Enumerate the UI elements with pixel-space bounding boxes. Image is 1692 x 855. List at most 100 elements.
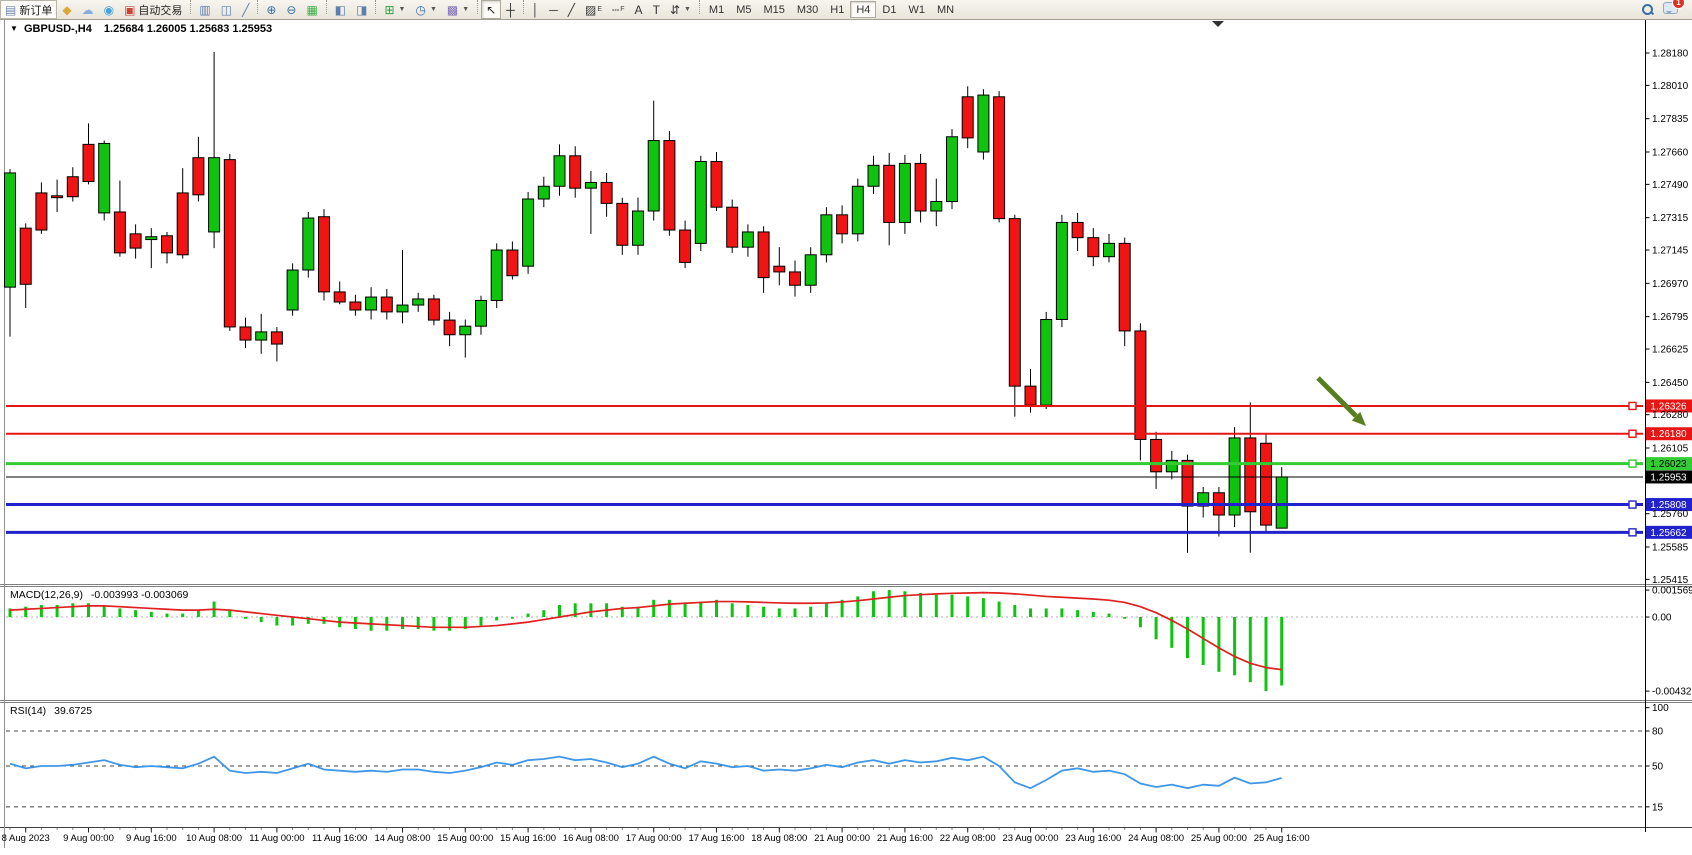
arrows-button[interactable]: ⇵▼ bbox=[665, 0, 696, 19]
candle-body bbox=[1166, 460, 1177, 471]
horizontal-line-objects[interactable]: 1.263261.261801.260231.259531.258081.256… bbox=[6, 399, 1692, 538]
indicator-subwindow-button[interactable]: ◨ bbox=[351, 0, 372, 19]
line-chart-mode-button[interactable]: ╱ bbox=[237, 0, 254, 19]
timeframe-m1[interactable]: M1 bbox=[703, 1, 730, 18]
search-icon[interactable] bbox=[1642, 4, 1653, 15]
vertical-line-button[interactable]: │ bbox=[527, 0, 545, 19]
timeframe-m5[interactable]: M5 bbox=[730, 1, 757, 18]
bar-chart-mode-button[interactable]: ▥ bbox=[194, 0, 215, 19]
crosshair-button[interactable]: ┼ bbox=[501, 0, 520, 19]
time-axis[interactable]: 8 Aug 20239 Aug 00:009 Aug 16:0010 Aug 0… bbox=[2, 828, 1310, 844]
down-right-arrow-icon bbox=[1318, 378, 1356, 416]
candle-body bbox=[978, 95, 989, 152]
time-axis-label: 25 Aug 16:00 bbox=[1254, 833, 1310, 844]
candle-body bbox=[931, 201, 942, 211]
signals-icon-icon: ◉ bbox=[104, 4, 114, 16]
candle-body bbox=[162, 236, 173, 253]
zoom-out-button[interactable]: ⊖ bbox=[281, 0, 301, 19]
candle-body bbox=[852, 186, 863, 234]
indicators-window-button[interactable]: ◧ bbox=[330, 0, 351, 19]
candle-body bbox=[428, 299, 439, 320]
time-axis-label: 24 Aug 08:00 bbox=[1128, 833, 1184, 844]
toolbar-separator bbox=[699, 0, 700, 14]
new-order-button[interactable]: ▤新订单 bbox=[0, 0, 57, 19]
candle-body bbox=[994, 97, 1005, 219]
profile-icon[interactable]: ◆ bbox=[57, 0, 76, 19]
community-icon[interactable]: ☁ bbox=[77, 0, 99, 19]
candle-body bbox=[271, 332, 282, 344]
candle-body bbox=[240, 327, 251, 340]
candle-body bbox=[1182, 460, 1193, 506]
tile-windows-button[interactable]: ▦ bbox=[301, 0, 322, 19]
timeframe-d1[interactable]: D1 bbox=[876, 1, 902, 18]
candlestick-mode-button[interactable]: ◫ bbox=[216, 0, 237, 19]
chart-canvas[interactable]: 1.263261.261801.260231.259531.258081.256… bbox=[0, 19, 1692, 850]
vertical-line-icon: │ bbox=[532, 4, 540, 16]
price-badge-label: 1.25953 bbox=[1650, 472, 1687, 483]
chart-collapse-icon[interactable]: ▼ bbox=[10, 24, 18, 33]
candle-body bbox=[146, 237, 157, 240]
toolbar-separator bbox=[190, 0, 191, 14]
text-button[interactable]: A bbox=[630, 0, 648, 19]
candle-body bbox=[1041, 320, 1052, 406]
indicator-subwindow-icon: ◨ bbox=[356, 4, 367, 16]
text-label-button[interactable]: T bbox=[648, 0, 665, 19]
candle-body bbox=[1072, 222, 1083, 237]
rsi-tick-label: 15 bbox=[1652, 802, 1664, 813]
zoom-out-icon: ⊖ bbox=[286, 4, 296, 16]
timeframe-h1[interactable]: H1 bbox=[824, 1, 850, 18]
toolbar-separator bbox=[477, 0, 478, 14]
candle-body bbox=[319, 217, 330, 292]
candle-body bbox=[444, 320, 455, 335]
price-tick-label: 1.26280 bbox=[1652, 410, 1689, 421]
time-axis-label: 14 Aug 08:00 bbox=[375, 833, 431, 844]
macd-panel: 0.0015690.00-0.004322 bbox=[6, 586, 1692, 698]
add-indicator-button[interactable]: ⊞▼ bbox=[379, 0, 410, 19]
notification-badge: 1 bbox=[1672, 0, 1685, 9]
candle-body bbox=[868, 165, 879, 186]
profile-icon-icon: ◆ bbox=[62, 4, 71, 16]
horizontal-line-button[interactable]: ─ bbox=[544, 0, 563, 19]
toolbar-separator bbox=[257, 0, 258, 14]
periods-clock-button[interactable]: ◷▼ bbox=[410, 0, 441, 19]
candle-body bbox=[20, 228, 31, 284]
time-axis-label: 21 Aug 00:00 bbox=[814, 833, 870, 844]
hline-handle bbox=[1629, 501, 1636, 508]
timeframe-m15[interactable]: M15 bbox=[757, 1, 790, 18]
zoom-in-button[interactable]: ⊕ bbox=[261, 0, 281, 19]
time-axis-label: 11 Aug 16:00 bbox=[312, 833, 367, 844]
trendline-button[interactable]: ╱ bbox=[563, 0, 580, 19]
candle-body bbox=[334, 292, 345, 302]
price-tick-label: 1.26625 bbox=[1652, 345, 1689, 356]
candle-body bbox=[727, 207, 738, 247]
candle-body bbox=[224, 160, 235, 327]
macd-tick-label: -0.004322 bbox=[1652, 687, 1692, 698]
candle-body bbox=[774, 266, 785, 272]
candle-body bbox=[742, 232, 753, 247]
candle-body bbox=[1151, 439, 1162, 471]
fibonacci-button[interactable]: ┄F bbox=[607, 0, 630, 19]
chart-title-ohlc: 1.25684 1.26005 1.25683 1.25953 bbox=[104, 23, 272, 35]
chevron-down-icon: ▼ bbox=[462, 6, 469, 13]
signals-icon[interactable]: ◉ bbox=[99, 0, 119, 19]
timeframe-w1[interactable]: W1 bbox=[902, 1, 931, 18]
candle-body bbox=[538, 186, 549, 199]
timeframe-h4[interactable]: H4 bbox=[850, 1, 876, 18]
cursor-button[interactable]: ↖ bbox=[481, 0, 501, 19]
templates-button[interactable]: ▩▼ bbox=[442, 0, 474, 19]
trendline-icon: ╱ bbox=[568, 4, 575, 16]
candle-body bbox=[1119, 243, 1130, 331]
time-axis-label: 25 Aug 00:00 bbox=[1191, 833, 1247, 844]
equidistant-channel-button[interactable]: ▨E bbox=[580, 0, 607, 19]
candle-body bbox=[711, 162, 722, 208]
candlestick-series bbox=[5, 52, 1288, 553]
arrow-annotation[interactable] bbox=[1318, 378, 1366, 426]
timeframe-mn[interactable]: MN bbox=[931, 1, 960, 18]
auto-trading-button[interactable]: ▣自动交易 bbox=[119, 0, 187, 19]
hline-handle bbox=[1629, 460, 1636, 467]
candle-body bbox=[1088, 238, 1099, 257]
timeframe-m30[interactable]: M30 bbox=[791, 1, 824, 18]
candle-body bbox=[633, 211, 644, 245]
text-label-icon: T bbox=[653, 4, 660, 16]
notifications-button[interactable]: 1 bbox=[1663, 2, 1678, 17]
